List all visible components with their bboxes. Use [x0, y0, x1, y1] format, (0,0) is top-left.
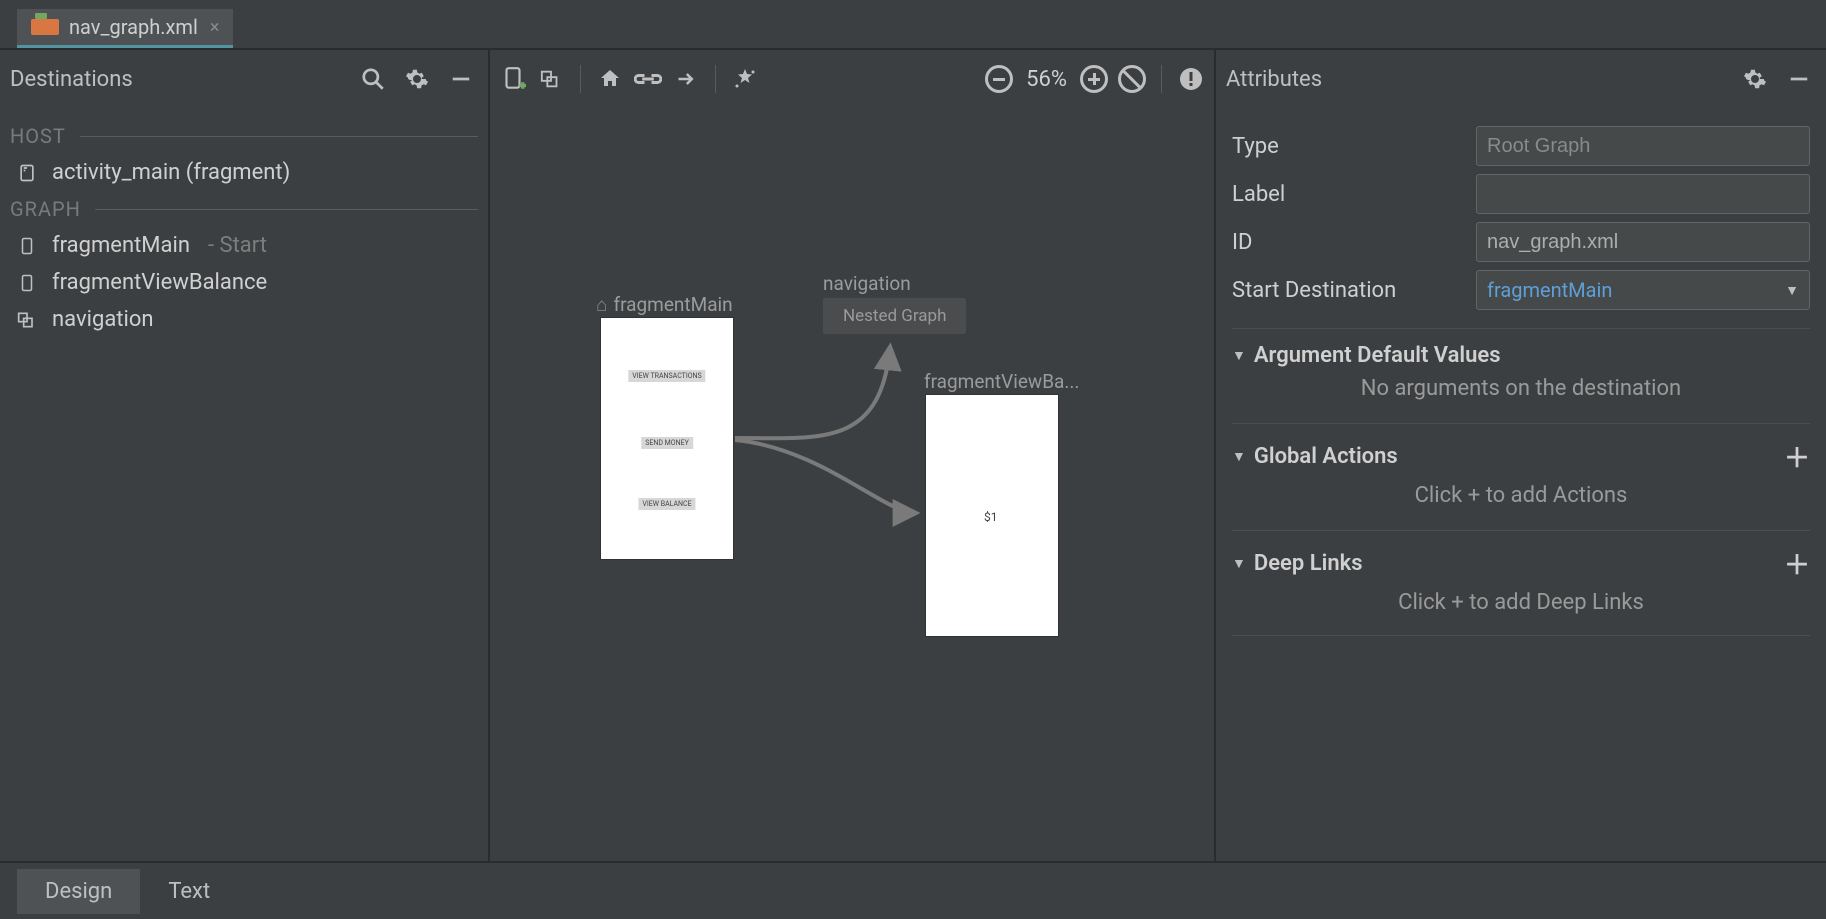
- dest-item-suffix: - Start: [208, 233, 267, 258]
- type-label: Type: [1232, 134, 1462, 159]
- bottom-tab-bar: Design Text: [0, 861, 1826, 919]
- graph-item-fragmentmain[interactable]: fragmentMain - Start: [10, 227, 478, 264]
- toolbar-divider: [1161, 65, 1162, 93]
- argument-default-values-section[interactable]: ▼ Argument Default Values: [1232, 328, 1810, 368]
- toolbar-divider: [715, 65, 716, 93]
- fragment-label-navigation: navigation: [823, 272, 911, 295]
- canvas-area[interactable]: ⌂fragmentMain VIEW TRANSACTIONS SEND MON…: [490, 108, 1214, 861]
- global-actions-section[interactable]: ▼ Global Actions ＋: [1232, 423, 1810, 475]
- label-label: Label: [1232, 182, 1462, 207]
- minimize-icon[interactable]: [444, 62, 478, 96]
- gear-icon[interactable]: [400, 62, 434, 96]
- section-divider: [1232, 635, 1810, 636]
- arguments-empty-text: No arguments on the destination: [1232, 368, 1810, 405]
- attributes-panel: Attributes Type Label ID Start Desti: [1216, 50, 1826, 861]
- auto-arrange-icon[interactable]: [728, 62, 762, 96]
- new-destination-icon[interactable]: [496, 62, 530, 96]
- chevron-down-icon: ▼: [1785, 282, 1799, 299]
- arrow-right-icon[interactable]: [669, 62, 703, 96]
- type-field: [1476, 126, 1810, 166]
- destinations-panel: Destinations HOST activity_main (fragmen…: [0, 50, 490, 861]
- add-global-action-button[interactable]: ＋: [1784, 438, 1810, 475]
- dest-item-label: activity_main (fragment): [52, 160, 290, 185]
- minimize-icon[interactable]: [1782, 62, 1816, 96]
- link-icon[interactable]: [631, 62, 665, 96]
- fragment-label-main: ⌂fragmentMain: [596, 293, 733, 317]
- xml-file-icon: [31, 19, 59, 35]
- global-actions-empty-text: Click + to add Actions: [1232, 475, 1810, 512]
- fragment-icon: [16, 162, 38, 184]
- canvas-toolbar: 56%: [490, 50, 1214, 108]
- home-start-icon: ⌂: [596, 293, 607, 316]
- fragment-label-viewbalance: fragmentViewBa...: [924, 370, 1079, 393]
- phone-icon: [16, 272, 38, 294]
- zoom-in-button[interactable]: [1077, 62, 1111, 96]
- nested-graph-icon: [16, 309, 38, 331]
- mock-button-send-money: SEND MONEY: [641, 437, 693, 449]
- dest-item-label: navigation: [52, 307, 154, 332]
- add-deep-link-button[interactable]: ＋: [1784, 545, 1810, 582]
- attributes-header: Attributes: [1216, 50, 1826, 108]
- chevron-down-icon: ▼: [1232, 448, 1246, 465]
- search-icon[interactable]: [356, 62, 390, 96]
- id-field[interactable]: [1476, 222, 1810, 262]
- host-section-label: HOST: [10, 124, 478, 148]
- deep-links-section[interactable]: ▼ Deep Links ＋: [1232, 530, 1810, 582]
- mock-button-view-transactions: VIEW TRANSACTIONS: [628, 370, 705, 382]
- nested-graph-badge[interactable]: Nested Graph: [823, 298, 966, 334]
- canvas-panel: 56% ⌂fragmentMain VIEW T: [490, 50, 1216, 861]
- screen-fragmentviewbalance[interactable]: $1: [926, 395, 1058, 636]
- graph-section-label: GRAPH: [10, 197, 478, 221]
- host-item-activity-main[interactable]: activity_main (fragment): [10, 154, 478, 191]
- dest-item-label: fragmentMain: [52, 233, 190, 258]
- mock-button-view-balance: VIEW BALANCE: [638, 498, 695, 510]
- nested-graph-toolbar-icon[interactable]: [534, 62, 568, 96]
- screen-fragmentmain[interactable]: VIEW TRANSACTIONS SEND MONEY VIEW BALANC…: [601, 318, 733, 559]
- zoom-out-button[interactable]: [982, 62, 1016, 96]
- tab-design[interactable]: Design: [17, 869, 140, 914]
- id-label: ID: [1232, 230, 1462, 255]
- close-icon[interactable]: ×: [210, 17, 220, 38]
- balance-value: $1: [984, 510, 998, 524]
- start-destination-select[interactable]: fragmentMain ▼: [1476, 270, 1810, 310]
- toolbar-divider: [580, 65, 581, 93]
- destinations-title: Destinations: [10, 67, 346, 92]
- navigation-edges: [490, 108, 1214, 861]
- destinations-header: Destinations: [0, 50, 488, 108]
- start-destination-label: Start Destination: [1232, 278, 1462, 303]
- label-field[interactable]: [1476, 174, 1810, 214]
- tab-text[interactable]: Text: [140, 869, 238, 914]
- home-icon[interactable]: [593, 62, 627, 96]
- gear-icon[interactable]: [1738, 62, 1772, 96]
- attributes-title: Attributes: [1226, 67, 1728, 92]
- dest-item-label: fragmentViewBalance: [52, 270, 267, 295]
- chevron-down-icon: ▼: [1232, 347, 1246, 364]
- deep-links-empty-text: Click + to add Deep Links: [1232, 582, 1810, 619]
- graph-item-navigation[interactable]: navigation: [10, 301, 478, 338]
- zoom-level: 56%: [1020, 67, 1073, 92]
- phone-icon: [16, 235, 38, 257]
- file-tab-nav-graph[interactable]: nav_graph.xml ×: [17, 9, 233, 48]
- file-tab-label: nav_graph.xml: [69, 15, 198, 39]
- error-indicator-icon[interactable]: [1174, 62, 1208, 96]
- zoom-reset-button[interactable]: [1115, 62, 1149, 96]
- graph-item-fragmentviewbalance[interactable]: fragmentViewBalance: [10, 264, 478, 301]
- chevron-down-icon: ▼: [1232, 555, 1246, 572]
